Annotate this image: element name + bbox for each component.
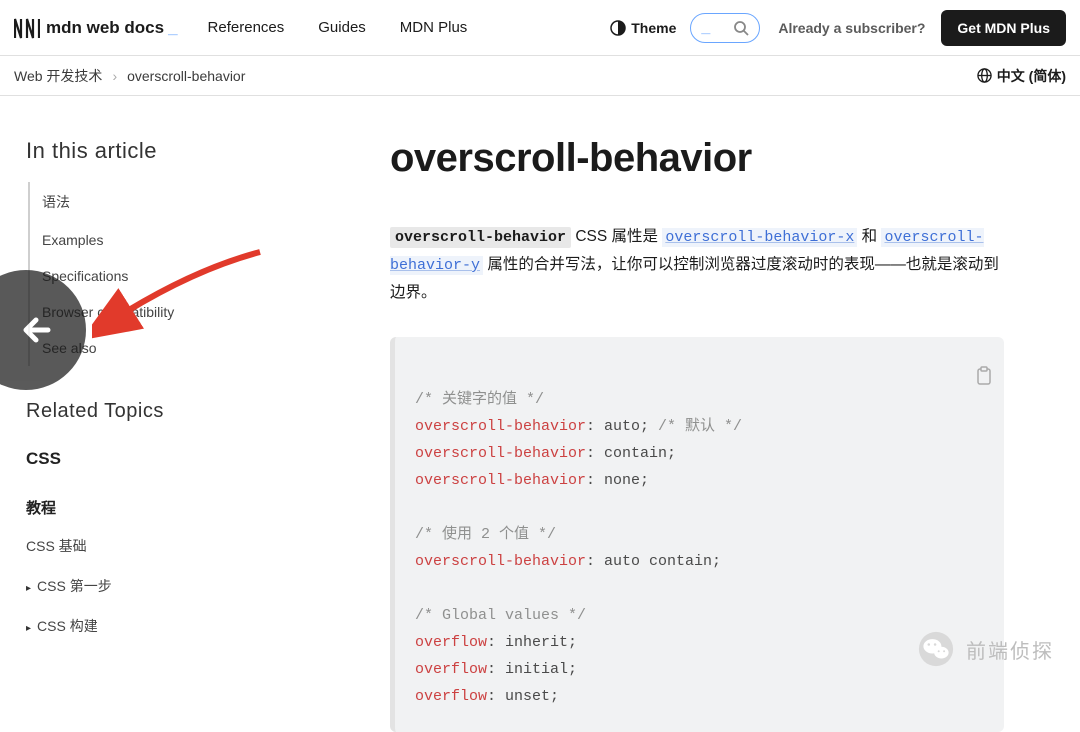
code-val: : unset;: [487, 688, 559, 705]
watermark-text: 前端侦探: [966, 635, 1054, 664]
code-kw: overflow: [415, 688, 487, 705]
watermark: 前端侦探: [918, 631, 1054, 667]
toc-title: In this article: [26, 138, 370, 164]
code-kw: overscroll-behavior: [415, 472, 586, 489]
code-example: /* 关键字的值 */ overscroll-behavior: auto; /…: [390, 337, 1004, 732]
related-css-first-steps[interactable]: CSS 第一步: [26, 576, 370, 596]
toc-item-syntax[interactable]: 语法: [30, 182, 370, 222]
globe-icon: [977, 68, 992, 83]
code-kw: overflow: [415, 661, 487, 678]
code-comment: /* Global values */: [415, 607, 586, 624]
breadcrumb-root[interactable]: Web 开发技术: [14, 66, 102, 86]
code-val: : auto;: [586, 418, 658, 435]
top-header: mdn web docs _ References Guides MDN Plu…: [0, 0, 1080, 56]
code-kw: overscroll-behavior: [415, 445, 586, 462]
article-summary: overscroll-behavior CSS 属性是 overscroll-b…: [390, 223, 1004, 307]
clipboard-icon: [975, 366, 993, 386]
theme-toggle[interactable]: Theme: [610, 20, 676, 36]
arrow-left-icon: [18, 308, 62, 352]
wechat-icon: [918, 631, 954, 667]
nav-references[interactable]: References: [208, 19, 285, 36]
language-label: 中文 (简体): [997, 66, 1066, 86]
mdn-logo[interactable]: mdn web docs _: [14, 17, 178, 39]
nav-guides[interactable]: Guides: [318, 19, 366, 36]
logo-text: mdn web docs: [46, 18, 164, 38]
copy-code-button[interactable]: [968, 351, 990, 373]
breadcrumb-sep: ›: [112, 68, 117, 84]
tutorial-heading: 教程: [26, 497, 370, 518]
already-subscriber-link[interactable]: Already a subscriber?: [778, 20, 925, 36]
get-mdn-plus-button[interactable]: Get MDN Plus: [941, 10, 1066, 46]
search-cursor: _: [701, 19, 710, 37]
code-kw: overscroll-behavior: [415, 553, 586, 570]
toc-item-examples[interactable]: Examples: [30, 222, 370, 258]
sidebar: In this article 语法 Examples Specificatio…: [0, 96, 370, 732]
search-icon: [733, 20, 749, 36]
code-val: : contain;: [586, 445, 676, 462]
theme-label: Theme: [631, 20, 676, 36]
code-val: : inherit;: [487, 634, 577, 651]
code-comment: /* 关键字的值 */: [415, 391, 544, 408]
breadcrumb: Web 开发技术 › overscroll-behavior: [14, 66, 245, 86]
code-val: : none;: [586, 472, 649, 489]
mdn-logo-icon: [14, 17, 40, 39]
breadcrumb-current[interactable]: overscroll-behavior: [127, 68, 245, 84]
theme-icon: [610, 20, 626, 36]
language-selector[interactable]: 中文 (简体): [977, 66, 1066, 86]
summary-text-2: 和: [857, 228, 881, 245]
page-title: overscroll-behavior: [390, 136, 1004, 181]
logo-cursor: _: [168, 18, 177, 38]
code-comment: /* 使用 2 个值 */: [415, 526, 556, 543]
primary-nav: References Guides MDN Plus: [208, 19, 611, 36]
code-comment: /* 默认 */: [658, 418, 742, 435]
related-css-heading[interactable]: CSS: [26, 449, 370, 469]
related-css-basics[interactable]: CSS 基础: [26, 536, 370, 556]
nav-mdnplus[interactable]: MDN Plus: [400, 19, 468, 36]
prop-code: overscroll-behavior: [390, 227, 571, 248]
related-css-building[interactable]: CSS 构建: [26, 616, 370, 636]
code-val: : initial;: [487, 661, 577, 678]
sub-header: Web 开发技术 › overscroll-behavior 中文 (简体): [0, 56, 1080, 96]
summary-text-1: CSS 属性是: [571, 228, 662, 245]
code-val: : auto contain;: [586, 553, 721, 570]
related-topics-title: Related Topics: [26, 400, 370, 423]
code-kw: overflow: [415, 634, 487, 651]
link-overscroll-x[interactable]: overscroll-behavior-x: [662, 228, 857, 247]
toc-item-specifications[interactable]: Specifications: [30, 258, 370, 294]
code-kw: overscroll-behavior: [415, 418, 586, 435]
search-input[interactable]: _: [690, 13, 760, 43]
